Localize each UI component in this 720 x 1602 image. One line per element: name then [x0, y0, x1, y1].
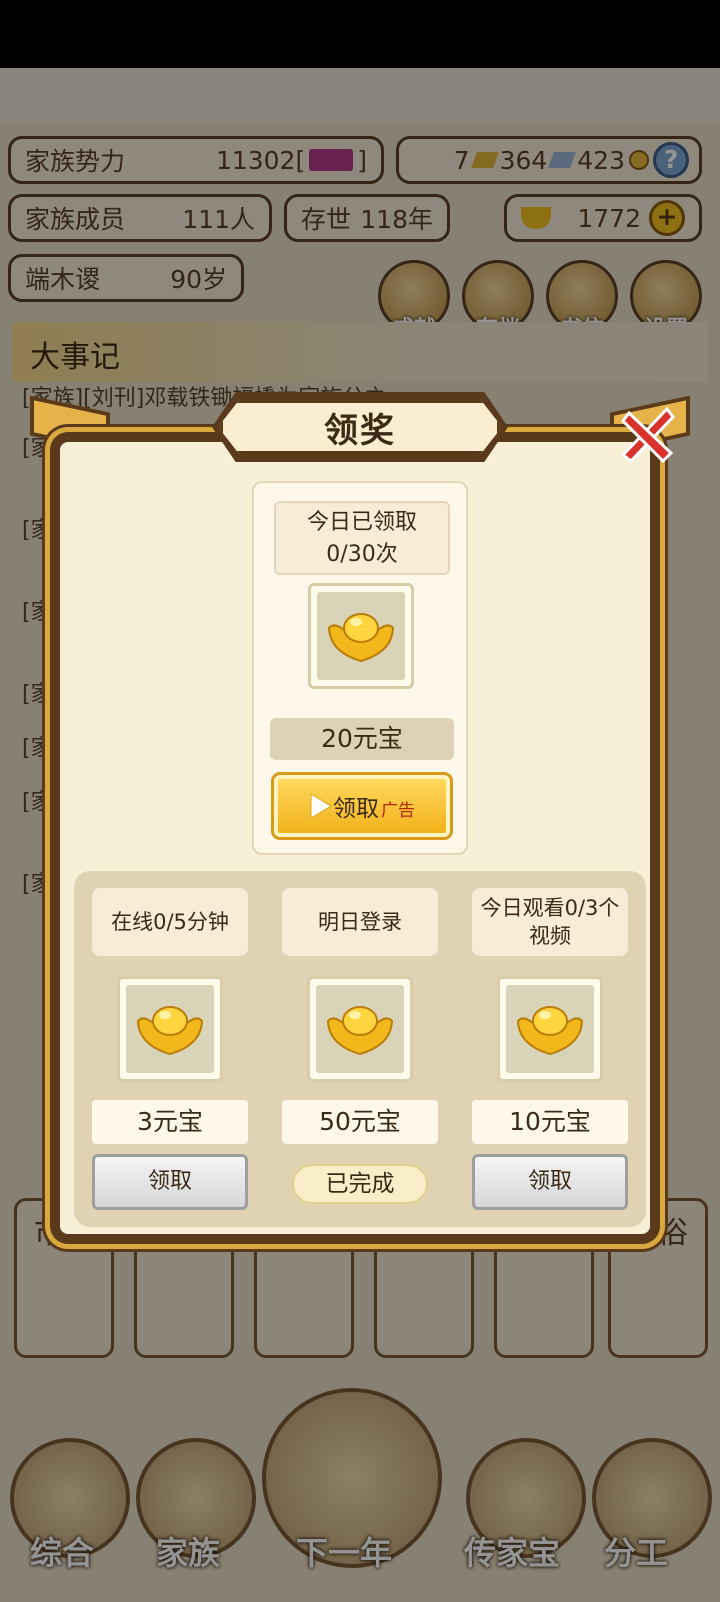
gold-ingot-icon: [327, 613, 395, 663]
task-video-reward: 10元宝: [472, 1100, 628, 1144]
ad-button-label: 领取: [333, 796, 379, 822]
task-login-item: [307, 976, 413, 1082]
task-login-header: 明日登录: [282, 888, 438, 956]
gold-ingot-icon: [326, 1006, 394, 1056]
watch-ad-claim-button[interactable]: 领取 广告: [271, 772, 453, 840]
gold-ingot-icon: [516, 1006, 584, 1056]
daily-counter: 今日已领取 0/30次: [274, 501, 450, 575]
status-bar: [0, 0, 720, 68]
task-video-item: [497, 976, 603, 1082]
task-login-reward: 50元宝: [282, 1100, 438, 1144]
daily-reward-amount: 20元宝: [270, 718, 454, 760]
task-video-claim-button[interactable]: 领取: [472, 1154, 628, 1210]
task-online-reward: 3元宝: [92, 1100, 248, 1144]
play-icon: [310, 793, 332, 819]
task-video-header: 今日观看0/3个视频: [472, 888, 628, 956]
task-online-header: 在线0/5分钟: [92, 888, 248, 956]
gold-ingot-icon: [136, 1006, 204, 1056]
task-online-item: [117, 976, 223, 1082]
daily-counter-line1: 今日已领取: [306, 510, 417, 535]
task-online-claim-button[interactable]: 领取: [92, 1154, 248, 1210]
daily-reward-item: [308, 583, 414, 689]
ad-button-tag: 广告: [381, 800, 415, 821]
close-icon: [620, 406, 675, 464]
daily-reward-card: 今日已领取 0/30次 20元宝 领取 广告: [252, 481, 468, 855]
close-button[interactable]: [612, 400, 682, 470]
daily-counter-line2: 0/30次: [326, 542, 398, 567]
modal-title-plate: 领奖: [218, 398, 502, 456]
task-login-done-badge: 已完成: [292, 1164, 428, 1204]
modal-title: 领奖: [324, 410, 396, 451]
